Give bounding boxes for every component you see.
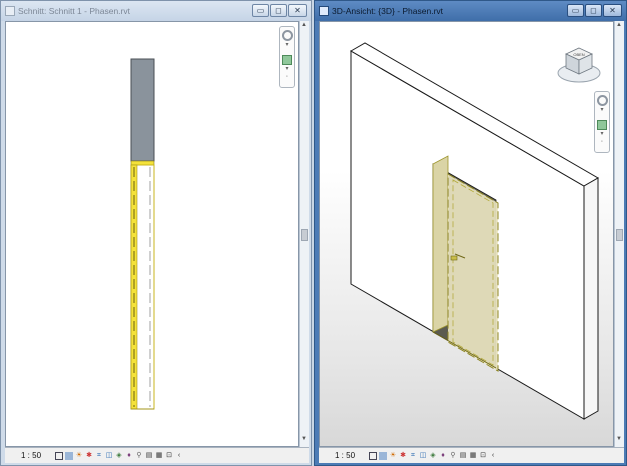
right-titlebar[interactable]: 3D-Ansicht: {3D} - Phasen.rvt ▭ ◻ ✕	[315, 1, 626, 21]
viewcube[interactable]: OBEN	[556, 43, 602, 85]
close-button[interactable]: ✕	[603, 4, 622, 17]
detail-level-icon[interactable]	[55, 451, 63, 460]
sun-path-icon[interactable]: ☀	[389, 452, 397, 460]
view-scale[interactable]: 1 : 50	[335, 451, 369, 460]
view-icon	[5, 6, 15, 16]
view-icon	[319, 6, 329, 16]
crop-region-icon[interactable]: ⌗	[409, 452, 417, 460]
left-titlebar[interactable]: Schnitt: Schnitt 1 - Phasen.rvt ▭ ◻ ✕	[1, 1, 311, 21]
right-window-title: 3D-Ansicht: {3D} - Phasen.rvt	[332, 6, 444, 16]
nav-dropdown-icon[interactable]: ▾	[600, 106, 603, 114]
zoom-dropdown-icon[interactable]: ▾	[600, 130, 603, 138]
right-vertical-scrollbar[interactable]: ▲ ▼	[614, 21, 624, 447]
collapse-arrow-icon[interactable]: ‹	[489, 452, 497, 460]
navigation-bar: ▾ ▾ ◦	[279, 26, 295, 88]
navigation-bar: ▾ ▾ ◦	[594, 91, 610, 153]
minimize-button[interactable]: ▭	[252, 4, 269, 17]
visual-style-icon[interactable]	[379, 451, 387, 460]
collapse-arrow-icon[interactable]: ‹	[175, 452, 183, 460]
sun-path-icon[interactable]: ☀	[75, 452, 83, 460]
crop-region-icon[interactable]: ⌗	[95, 452, 103, 460]
maximize-button[interactable]: ◻	[270, 4, 287, 17]
left-window-title: Schnitt: Schnitt 1 - Phasen.rvt	[18, 6, 130, 16]
wall-end-face	[583, 177, 599, 420]
scroll-down-icon[interactable]: ▼	[301, 436, 307, 442]
steering-wheel-icon[interactable]	[281, 30, 293, 41]
demolished-door-leaf[interactable]	[447, 173, 499, 372]
worksharing-icon[interactable]: ▤	[145, 452, 153, 460]
demolished-slab-band	[130, 160, 155, 166]
navbar-options-icon[interactable]: ◦	[601, 138, 603, 146]
detail-level-icon[interactable]	[369, 451, 377, 460]
cut-wall[interactable]	[130, 58, 155, 162]
view-scale[interactable]: 1 : 50	[21, 451, 55, 460]
temporary-hide-icon[interactable]: ◈	[429, 452, 437, 460]
navbar-options-icon[interactable]: ◦	[286, 73, 288, 81]
zoom-dropdown-icon[interactable]: ▾	[285, 65, 288, 73]
analysis-icon[interactable]: ▦	[469, 452, 477, 460]
section-canvas[interactable]: ▾ ▾ ◦	[5, 21, 299, 447]
maximize-button[interactable]: ◻	[585, 4, 602, 17]
hidden-elements-icon[interactable]: ⊡	[165, 452, 173, 460]
section-view-window: Schnitt: Schnitt 1 - Phasen.rvt ▭ ◻ ✕ ▾	[0, 0, 312, 466]
worksharing-icon[interactable]: ▤	[459, 452, 467, 460]
3d-drawing	[349, 42, 600, 420]
left-scroll-thumb[interactable]	[301, 229, 308, 241]
analysis-icon[interactable]: ▦	[155, 452, 163, 460]
right-scroll-thumb[interactable]	[616, 229, 623, 241]
reveal-hidden-icon[interactable]: ♦	[439, 452, 447, 460]
steering-wheel-icon[interactable]	[596, 95, 608, 106]
door-handle	[450, 255, 458, 261]
left-vertical-scrollbar[interactable]: ▲ ▼	[299, 21, 309, 447]
right-view-control-bar: 1 : 50 ☀ ✱ ⌗ ◫ ◈ ♦ ⚲ ▤ ▦ ⊡ ‹	[319, 447, 624, 463]
shadows-icon[interactable]: ✱	[399, 452, 407, 460]
shadows-icon[interactable]: ✱	[85, 452, 93, 460]
show-crop-icon[interactable]: ◫	[105, 452, 113, 460]
3d-canvas[interactable]: OBEN ▾ ▾ ◦	[319, 21, 614, 447]
lock-view-icon[interactable]: ⚲	[135, 452, 143, 460]
nav-dropdown-icon[interactable]: ▾	[285, 41, 288, 49]
svg-text:OBEN: OBEN	[573, 52, 584, 57]
show-crop-icon[interactable]: ◫	[419, 452, 427, 460]
reveal-hidden-icon[interactable]: ♦	[125, 452, 133, 460]
temporary-hide-icon[interactable]: ◈	[115, 452, 123, 460]
visual-style-icon[interactable]	[65, 451, 73, 460]
3d-view-window: 3D-Ansicht: {3D} - Phasen.rvt ▭ ◻ ✕ OBEN…	[314, 0, 627, 466]
hidden-elements-icon[interactable]: ⊡	[479, 452, 487, 460]
scroll-up-icon[interactable]: ▲	[301, 22, 307, 28]
scroll-down-icon[interactable]: ▼	[616, 436, 622, 442]
door-jamb	[432, 155, 449, 333]
section-drawing	[130, 58, 155, 410]
minimize-button[interactable]: ▭	[567, 4, 584, 17]
close-button[interactable]: ✕	[288, 4, 307, 17]
left-view-control-bar: 1 : 50 ☀ ✱ ⌗ ◫ ◈ ♦ ⚲ ▤ ▦ ⊡ ‹	[5, 447, 309, 463]
scroll-up-icon[interactable]: ▲	[616, 22, 622, 28]
zoom-icon[interactable]	[597, 120, 607, 130]
zoom-icon[interactable]	[282, 55, 292, 65]
lock-view-icon[interactable]: ⚲	[449, 452, 457, 460]
